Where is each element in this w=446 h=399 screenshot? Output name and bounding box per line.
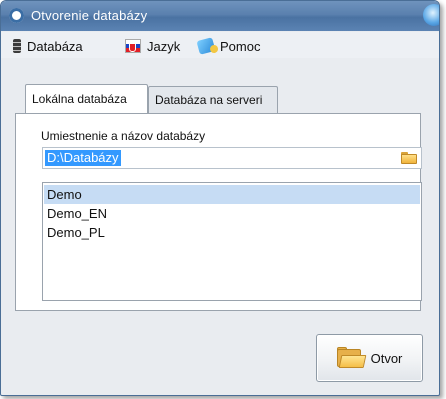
open-folder-icon xyxy=(336,347,366,369)
tab-server-database[interactable]: Databáza na serveri xyxy=(148,86,278,113)
globe-icon[interactable] xyxy=(423,4,439,26)
open-button[interactable]: Otvor xyxy=(316,334,423,382)
title-bar[interactable]: Otvorenie databázy xyxy=(1,1,439,31)
help-book-icon xyxy=(196,37,216,55)
list-item-demo-en[interactable]: Demo_EN xyxy=(44,204,420,223)
open-button-label: Otvor xyxy=(370,350,403,366)
window-title: Otvorenie databázy xyxy=(31,8,148,23)
menu-help[interactable]: Pomoc xyxy=(196,37,261,55)
database-list[interactable]: Demo Demo_EN Demo_PL xyxy=(42,182,422,301)
menu-bar: Databáza Jazyk Pomoc xyxy=(1,32,439,58)
open-database-window: Otvorenie databázy Databáza Jazyk Pomoc … xyxy=(0,0,440,396)
list-item-demo[interactable]: Demo xyxy=(44,185,420,204)
slovak-flag-icon xyxy=(125,39,141,53)
database-path-input[interactable]: D:\Databázy xyxy=(42,147,422,169)
app-icon xyxy=(9,8,24,23)
menu-database-label: Databáza xyxy=(27,38,83,54)
menu-help-label: Pomoc xyxy=(220,38,261,54)
tab-local-label: Lokálna databáza xyxy=(32,92,127,106)
list-item-demo-pl[interactable]: Demo_PL xyxy=(44,223,420,242)
location-label: Umiestnenie a názov databázy xyxy=(41,129,206,143)
database-path-value[interactable]: D:\Databázy xyxy=(45,150,121,166)
menu-language-label: Jazyk xyxy=(147,38,181,54)
menu-language[interactable]: Jazyk xyxy=(125,37,180,55)
browse-folder-icon[interactable] xyxy=(401,152,417,164)
tab-local-database[interactable]: Lokálna databáza xyxy=(25,84,148,113)
tab-server-label: Databáza na serveri xyxy=(155,93,263,107)
database-icon xyxy=(13,39,21,53)
menu-database[interactable]: Databáza xyxy=(11,37,83,55)
